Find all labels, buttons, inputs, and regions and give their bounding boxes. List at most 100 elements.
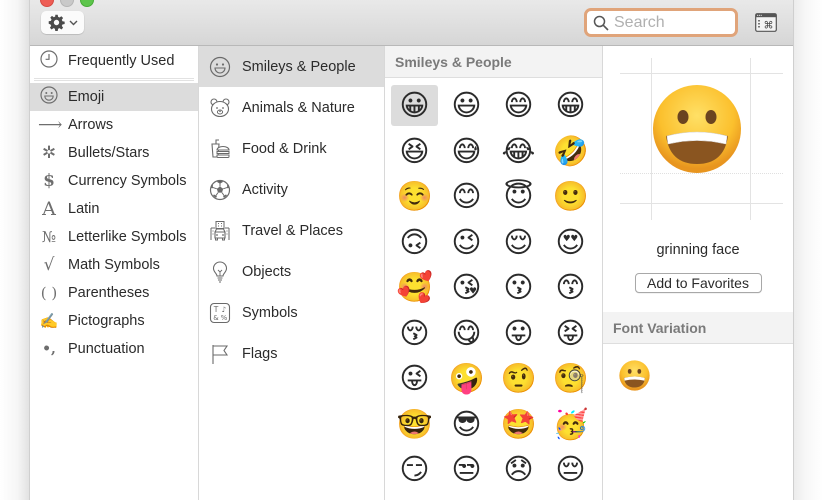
category-math-symbols[interactable]: √ Math Symbols xyxy=(30,251,198,279)
emoji-cell-face-blowing-a-kiss[interactable]: 😘 xyxy=(443,267,490,308)
search-icon xyxy=(593,15,609,31)
subcategory-activity[interactable]: Activity xyxy=(199,169,384,210)
category-parentheses[interactable]: ( ) Parentheses xyxy=(30,279,198,307)
subcategory-label: Activity xyxy=(242,181,288,198)
punctuation-icon: •, xyxy=(42,341,56,357)
category-label: Math Symbols xyxy=(68,257,160,273)
desktop-shadow-right xyxy=(794,0,823,500)
emoji-cell-smiling-face-with-sunglasses[interactable]: 😎 xyxy=(443,404,490,445)
search-field[interactable] xyxy=(584,8,738,37)
food-icon xyxy=(209,138,231,160)
emoji-cell-grinning-squinting-face[interactable]: 😆 xyxy=(391,131,438,172)
emoji-cell-upside-down-face[interactable]: 🙃 xyxy=(391,222,438,263)
category-latin[interactable]: A Latin xyxy=(30,195,198,223)
subcategory-label: Symbols xyxy=(242,304,298,321)
latin-a-icon: A xyxy=(42,197,56,220)
emoji-cell-grinning-face-with-smiling-eyes[interactable]: 😄 xyxy=(495,85,542,126)
category-label: Emoji xyxy=(68,89,105,105)
emoji-cell-kissing-face-with-closed-eyes[interactable]: 😚 xyxy=(391,313,438,354)
subcategory-travel-places[interactable]: Travel & Places xyxy=(199,210,384,251)
emoji-cell-face-savoring-food[interactable]: 😋 xyxy=(443,313,490,354)
emoji-cell-disappointed-face[interactable]: 😞 xyxy=(495,449,542,490)
add-to-favorites-button[interactable]: Add to Favorites xyxy=(634,273,762,293)
keyboard-viewer-button[interactable]: ⌘ xyxy=(755,13,777,32)
category-emoji[interactable]: Emoji xyxy=(30,83,198,111)
emoji-grid-panel: Smileys & People 😀 😃 😄 😁 😆 😅 😂 🤣 ☺️ 😊 😇 🙂 🙃 😉 😌 😍 🥰 😘 😗 😙 😚 😋… xyxy=(385,46,603,500)
emoji-cell-kissing-face[interactable]: 😗 xyxy=(495,267,542,308)
search-input[interactable] xyxy=(614,13,724,32)
arrow-icon: ⟶ xyxy=(38,114,63,135)
emoji-cell-grinning-face[interactable]: 😀 xyxy=(391,85,438,126)
emoji-subcategory-list: Smileys & People Animals & Nature Food &… xyxy=(199,46,385,500)
guide-line xyxy=(750,58,751,220)
category-label: Pictographs xyxy=(68,313,145,329)
emoji-cell-smiling-face[interactable]: ☺️ xyxy=(391,176,438,217)
subcategory-label: Travel & Places xyxy=(242,222,343,239)
emoji-cell-pensive-face[interactable]: 😔 xyxy=(547,449,594,490)
category-bullets-stars[interactable]: ✲ Bullets/Stars xyxy=(30,139,198,167)
emoji-cell-slightly-smiling-face[interactable]: 🙂 xyxy=(547,176,594,217)
emoji-cell-grinning-face-with-big-eyes[interactable]: 😃 xyxy=(443,85,490,126)
divider xyxy=(34,78,194,81)
svg-text:%: % xyxy=(221,314,228,322)
svg-text:T: T xyxy=(213,305,219,314)
category-frequently-used[interactable]: Frequently Used xyxy=(30,46,198,76)
subcategory-animals-nature[interactable]: Animals & Nature xyxy=(199,87,384,128)
clock-icon xyxy=(38,50,60,72)
category-label: Parentheses xyxy=(68,285,150,301)
zoom-window-button[interactable] xyxy=(80,0,94,7)
guide-line xyxy=(620,73,783,74)
emoji-cell-smiling-face-with-heart-eyes[interactable]: 😍 xyxy=(547,222,594,263)
symbols-icon: T ♪ &% xyxy=(209,302,231,324)
emoji-cell-zany-face[interactable]: 🤪 xyxy=(443,358,490,399)
font-variation-grinning-face[interactable] xyxy=(619,360,650,391)
guide-line xyxy=(620,203,783,204)
minimize-window-button[interactable] xyxy=(60,0,74,7)
subcategory-objects[interactable]: Objects xyxy=(199,251,384,292)
emoji-cell-kissing-face-with-smiling-eyes[interactable]: 😙 xyxy=(547,267,594,308)
emoji-cell-smiling-face-with-halo[interactable]: 😇 xyxy=(495,176,542,217)
emoji-cell-face-with-tears-of-joy[interactable]: 😂 xyxy=(495,131,542,172)
category-label: Letterlike Symbols xyxy=(68,229,187,245)
emoji-cell-beaming-face-with-smiling-eyes[interactable]: 😁 xyxy=(547,85,594,126)
action-menu-button[interactable] xyxy=(41,11,84,34)
emoji-cell-unamused-face[interactable]: 😒 xyxy=(443,449,490,490)
subcategory-label: Flags xyxy=(242,345,278,362)
subcategory-flags[interactable]: Flags xyxy=(199,333,384,374)
emoji-cell-nerd-face[interactable]: 🤓 xyxy=(391,404,438,445)
subcategory-food-drink[interactable]: Food & Drink xyxy=(199,128,384,169)
font-variation-header: Font Variation xyxy=(603,312,793,344)
emoji-cell-relieved-face[interactable]: 😌 xyxy=(495,222,542,263)
emoji-cell-partying-face[interactable]: 🥳 xyxy=(547,404,594,445)
desktop-shadow-left xyxy=(0,0,29,500)
category-label: Bullets/Stars xyxy=(68,145,150,161)
emoji-cell-face-with-tongue[interactable]: 😛 xyxy=(495,313,542,354)
subcategory-symbols[interactable]: T ♪ &% Symbols xyxy=(199,292,384,333)
emoji-cell-winking-face[interactable]: 😉 xyxy=(443,222,490,263)
emoji-cell-squinting-face-with-tongue[interactable]: 😝 xyxy=(547,313,594,354)
emoji-cell-face-with-raised-eyebrow[interactable]: 🤨 xyxy=(495,358,542,399)
emoji-cell-grinning-face-with-sweat[interactable]: 😅 xyxy=(443,131,490,172)
category-arrows[interactable]: ⟶ Arrows xyxy=(30,111,198,139)
category-label: Punctuation xyxy=(68,341,145,357)
emoji-cell-star-struck[interactable]: 🤩 xyxy=(495,404,542,445)
subcategory-label: Objects xyxy=(242,263,292,280)
subcategory-smileys-people[interactable]: Smileys & People xyxy=(199,46,384,87)
numero-icon: № xyxy=(41,227,57,246)
category-label: Frequently Used xyxy=(68,53,175,69)
emoji-cell-face-with-monocle[interactable]: 🧐 xyxy=(547,358,594,399)
emoji-cell-smirking-face[interactable]: 😏 xyxy=(391,449,438,490)
category-pictographs[interactable]: ✍ Pictographs xyxy=(30,307,198,335)
subcategory-label: Food & Drink xyxy=(242,140,327,157)
character-preview xyxy=(603,46,793,220)
emoji-cell-smiling-face-with-smiling-eyes[interactable]: 😊 xyxy=(443,176,490,217)
emoji-cell-winking-face-with-tongue[interactable]: 😜 xyxy=(391,358,438,399)
emoji-cell-smiling-face-with-hearts[interactable]: 🥰 xyxy=(391,267,438,308)
section-header: Smileys & People xyxy=(385,46,602,78)
emoji-cell-rolling-on-the-floor-laughing[interactable]: 🤣 xyxy=(547,131,594,172)
category-currency-symbols[interactable]: $ Currency Symbols xyxy=(30,167,198,195)
category-letterlike-symbols[interactable]: № Letterlike Symbols xyxy=(30,223,198,251)
gear-icon xyxy=(48,14,65,31)
close-window-button[interactable] xyxy=(40,0,54,7)
category-punctuation[interactable]: •, Punctuation xyxy=(30,335,198,363)
